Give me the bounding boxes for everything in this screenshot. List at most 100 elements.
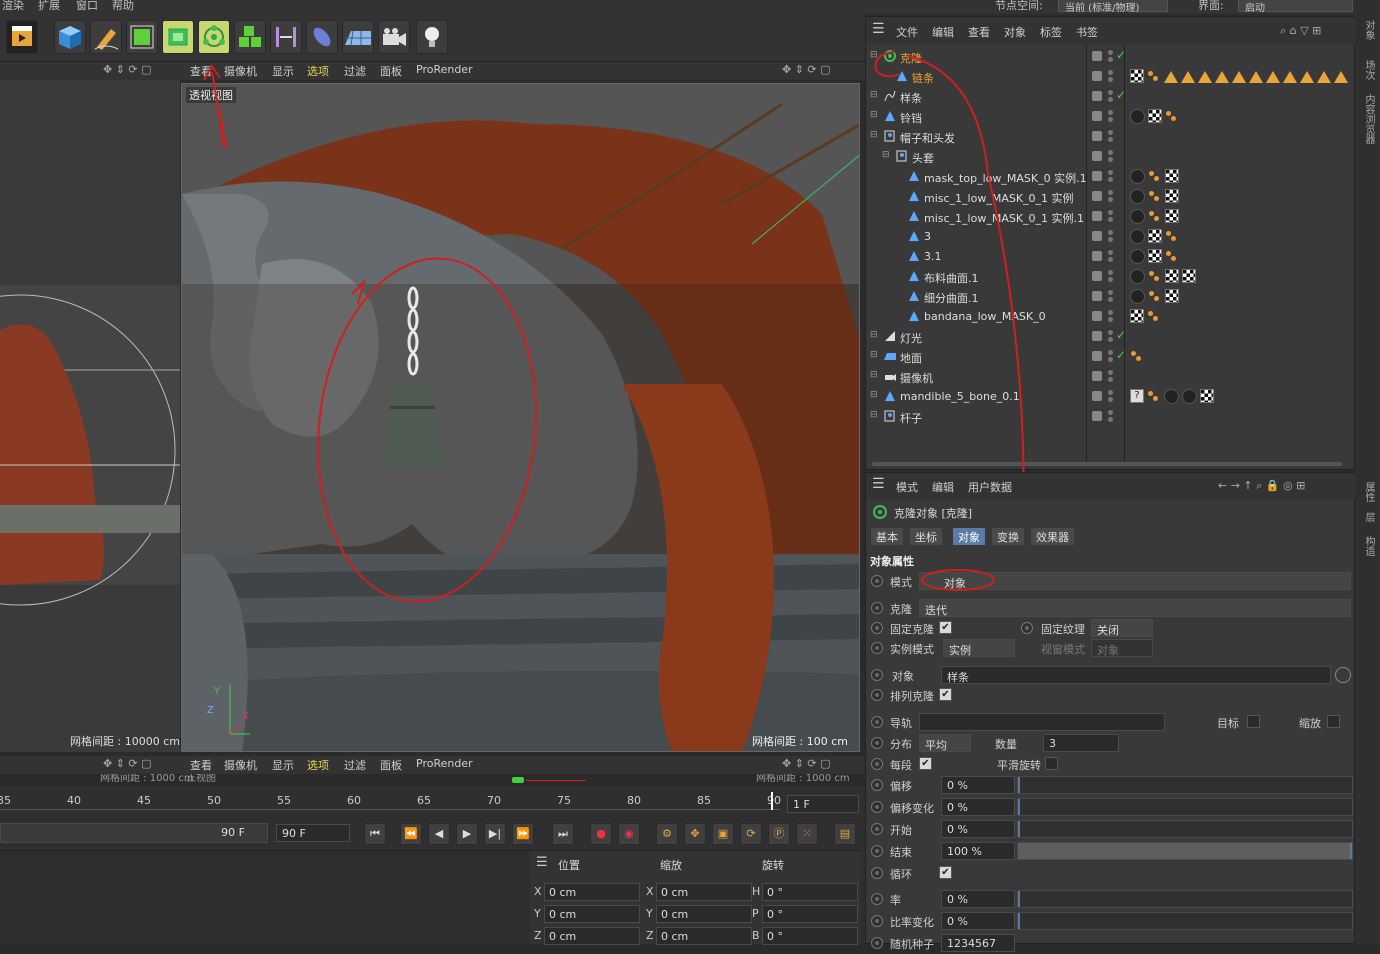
- rate-slider[interactable]: [1017, 890, 1353, 908]
- bottom-nav-icons-right[interactable]: ✥ ⇕ ⟳ ▢: [782, 757, 831, 770]
- instance-mode-anim-radio[interactable]: [871, 642, 883, 654]
- material-tag-icon[interactable]: [1130, 249, 1145, 264]
- position-value-field[interactable]: 0 cm: [544, 905, 640, 923]
- offset-variation-field[interactable]: 0 %: [941, 798, 1015, 816]
- am-menu-userdata[interactable]: 用户数据: [968, 479, 1012, 495]
- viewport-nav-icons[interactable]: ✥ ⇕ ⟳ ▢: [103, 63, 152, 76]
- texture-tag-icon[interactable]: [1200, 389, 1214, 403]
- start-slider-knob[interactable]: [1018, 821, 1020, 837]
- texture-tag-icon[interactable]: [1182, 269, 1196, 283]
- rate-anim-radio[interactable]: [871, 893, 883, 905]
- texture-tag-icon[interactable]: [1148, 229, 1162, 243]
- per-segment-anim-radio[interactable]: [871, 758, 883, 770]
- rate-field[interactable]: 0 %: [941, 890, 1015, 908]
- start-slider[interactable]: [1017, 820, 1353, 838]
- material-tag-icon[interactable]: [1130, 269, 1145, 284]
- clone-dropdown[interactable]: 迭代: [919, 599, 1351, 617]
- menu-help[interactable]: 帮助: [112, 0, 134, 13]
- side-tab-content-browser[interactable]: 内容浏览器: [1361, 94, 1376, 144]
- am-menu-mode[interactable]: 模式: [896, 479, 918, 495]
- timeline-ruler[interactable]: 35 40 45 50 55 60 65 70 75 80 85 90: [0, 756, 781, 816]
- keyframe-selection-button[interactable]: ⚙: [656, 823, 678, 845]
- viewport-menu-options[interactable]: 选项: [307, 63, 329, 79]
- menu-extensions[interactable]: 扩展: [38, 0, 60, 13]
- visibility-toggle[interactable]: [1092, 371, 1102, 381]
- material-tag-icon[interactable]: [1130, 209, 1145, 224]
- end-slider[interactable]: [1017, 842, 1353, 860]
- phong-tag-icon[interactable]: [1165, 109, 1179, 123]
- render-dots[interactable]: [1108, 230, 1114, 244]
- visibility-toggle[interactable]: [1092, 71, 1102, 81]
- tag-button[interactable]: [306, 20, 338, 54]
- selection-tag-icon[interactable]: [1215, 71, 1229, 83]
- cube-button[interactable]: [54, 20, 86, 54]
- phong-tag-icon[interactable]: [1147, 389, 1161, 403]
- am-menu-edit[interactable]: 编辑: [932, 479, 954, 495]
- loop-anim-radio[interactable]: [871, 867, 883, 879]
- autokey-button[interactable]: ◉: [618, 823, 640, 845]
- smooth-rotation-checkbox[interactable]: [1045, 757, 1058, 770]
- enabled-check-icon[interactable]: ✓: [1116, 88, 1126, 102]
- visibility-toggle[interactable]: [1092, 171, 1102, 181]
- position-value-field[interactable]: 0 cm: [544, 927, 640, 945]
- viewport-menu-prorender[interactable]: ProRender: [416, 63, 473, 76]
- mode-anim-radio[interactable]: [871, 575, 883, 587]
- render-dots[interactable]: [1108, 330, 1114, 344]
- tab-coord[interactable]: 坐标: [910, 528, 942, 545]
- current-frame-field[interactable]: 1 F: [787, 795, 859, 813]
- scale-checkbox[interactable]: [1327, 715, 1340, 728]
- offset-variation-slider[interactable]: [1017, 798, 1353, 816]
- playhead[interactable]: [771, 792, 773, 810]
- selection-tag-icon[interactable]: [1164, 71, 1178, 83]
- next-frame-button[interactable]: ▶|: [484, 823, 506, 845]
- render-dots[interactable]: [1108, 270, 1114, 284]
- visibility-toggle[interactable]: [1092, 231, 1102, 241]
- distribution-anim-radio[interactable]: [871, 737, 883, 749]
- instance-mode-dropdown[interactable]: 实例: [943, 639, 1015, 657]
- tab-basic[interactable]: 基本: [871, 528, 903, 545]
- rate-variation-field[interactable]: 0 %: [941, 912, 1015, 930]
- visibility-toggle[interactable]: [1092, 271, 1102, 281]
- side-tab-layers[interactable]: 层: [1361, 512, 1376, 522]
- visibility-toggle[interactable]: [1092, 251, 1102, 261]
- material-tag-icon[interactable]: [1130, 169, 1145, 184]
- material-tag-icon[interactable]: [1130, 109, 1145, 124]
- selection-tag-icon[interactable]: [1266, 71, 1280, 83]
- per-segment-checkbox[interactable]: ✔: [919, 757, 932, 770]
- tab-transform[interactable]: 变换: [992, 528, 1024, 545]
- texture-tag-icon[interactable]: [1165, 269, 1179, 283]
- render-dots[interactable]: [1108, 210, 1114, 224]
- node-space-select[interactable]: 当前 (标准/物理): [1058, 0, 1168, 14]
- rail-link-field[interactable]: [919, 713, 1165, 731]
- subdivision-button[interactable]: [126, 20, 158, 54]
- camera-button[interactable]: [378, 20, 410, 54]
- render-dots[interactable]: [1108, 370, 1114, 384]
- rate-slider-knob[interactable]: [1018, 891, 1020, 907]
- selection-tag-icon[interactable]: [1181, 71, 1195, 83]
- phong-tag-icon[interactable]: [1130, 349, 1144, 363]
- visibility-toggle[interactable]: [1092, 51, 1102, 61]
- phong-tag-icon[interactable]: [1148, 189, 1162, 203]
- clone-anim-radio[interactable]: [871, 602, 883, 614]
- selection-tag-icon[interactable]: [1283, 71, 1297, 83]
- om-menu-view[interactable]: 查看: [968, 24, 990, 40]
- render-dots[interactable]: [1108, 190, 1114, 204]
- menu-window[interactable]: 窗口: [76, 0, 98, 13]
- render-dots[interactable]: [1108, 90, 1114, 104]
- visibility-toggle[interactable]: [1092, 391, 1102, 401]
- texture-tag-icon[interactable]: [1130, 69, 1144, 83]
- side-tab-attributes[interactable]: 属性: [1361, 482, 1376, 502]
- material-tag-icon[interactable]: [1164, 389, 1179, 404]
- texture-tag-icon[interactable]: [1130, 309, 1144, 323]
- material-tag-icon[interactable]: [1130, 189, 1145, 204]
- rotate-key-button[interactable]: ⟳: [740, 823, 762, 845]
- render-dots[interactable]: [1108, 50, 1114, 64]
- om-menu-edit[interactable]: 编辑: [932, 24, 954, 40]
- next-key-button[interactable]: ⏩: [512, 823, 534, 845]
- fix-clone-checkbox[interactable]: ✔: [939, 621, 952, 634]
- render-view-button[interactable]: [6, 20, 38, 54]
- pla-key-button[interactable]: ⁙: [796, 823, 818, 845]
- visibility-toggle[interactable]: [1092, 91, 1102, 101]
- target-checkbox[interactable]: [1247, 715, 1260, 728]
- phong-tag-icon[interactable]: [1148, 289, 1162, 303]
